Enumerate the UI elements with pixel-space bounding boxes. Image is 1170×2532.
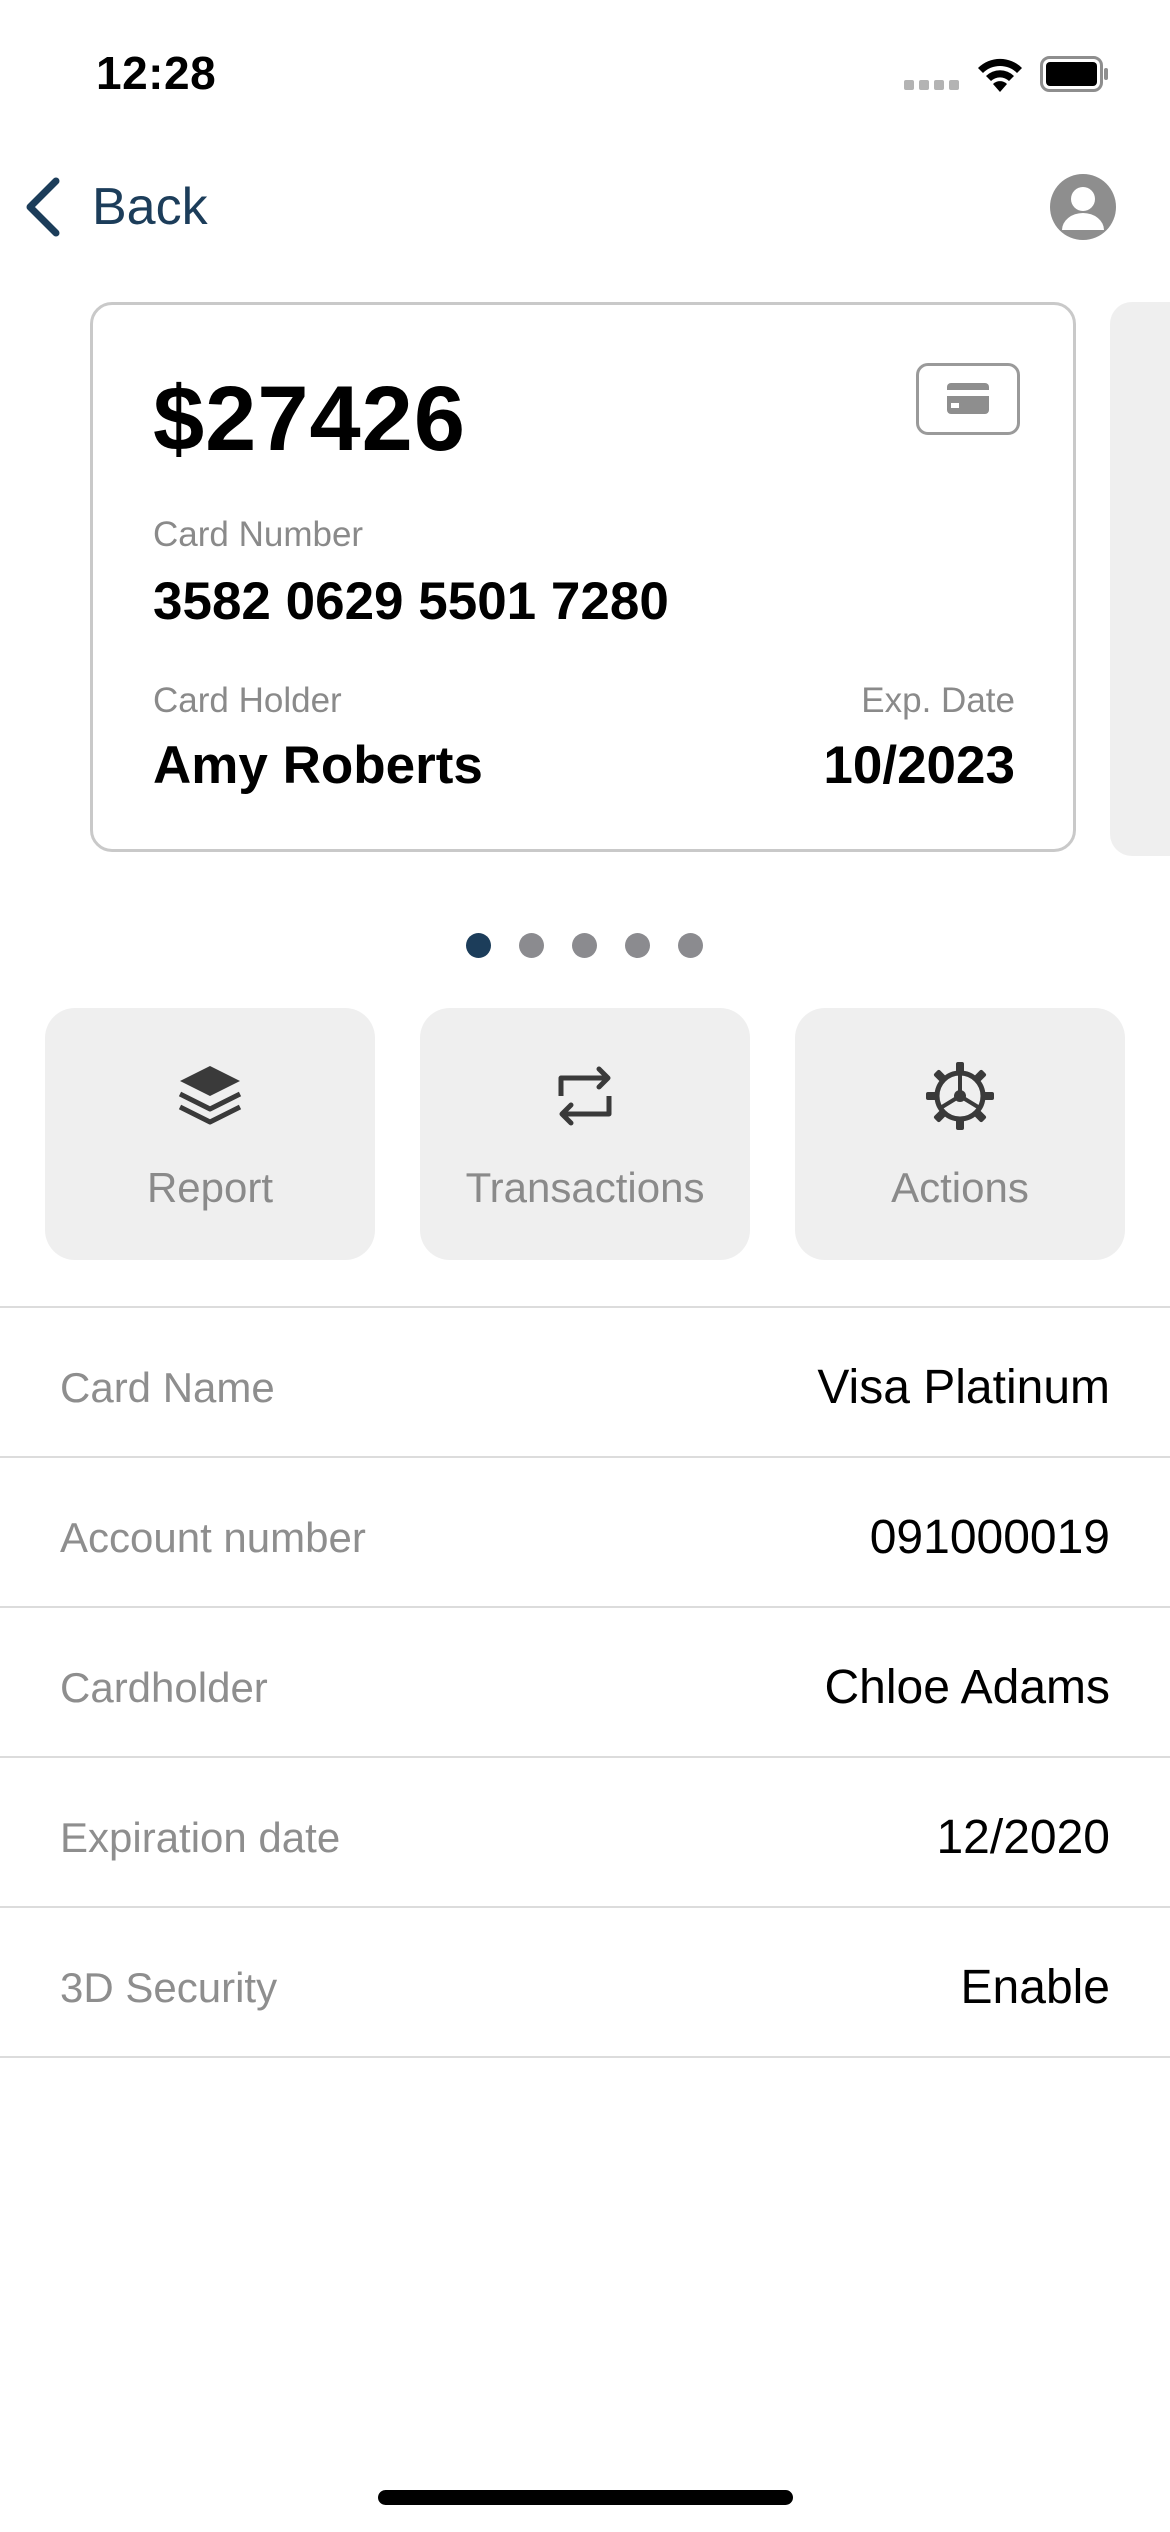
detail-row-card-name[interactable]: Card Name Visa Platinum: [0, 1308, 1170, 1458]
cellular-signal-icon: [904, 80, 960, 92]
home-indicator[interactable]: [378, 2490, 793, 2505]
battery-icon: [1040, 56, 1108, 92]
back-label: Back: [92, 178, 208, 236]
detail-value: Chloe Adams: [824, 1661, 1111, 1714]
credit-card[interactable]: $27426 Card Number 3582 0629 5501 7280 C…: [90, 302, 1076, 852]
repeat-icon: [558, 1066, 612, 1126]
back-button[interactable]: Back: [22, 170, 208, 244]
detail-value: 12/2020: [936, 1811, 1110, 1864]
detail-label: Card Name: [60, 1364, 275, 1411]
card-details-list: Card Name Visa Platinum Account number 0…: [0, 1306, 1170, 2058]
transactions-button[interactable]: Transactions: [420, 1008, 750, 1260]
detail-label: 3D Security: [60, 1964, 278, 2011]
card-holder: Amy Roberts: [153, 736, 483, 795]
next-card-preview[interactable]: [1110, 302, 1170, 856]
card-page-indicator: [466, 933, 706, 961]
page-dot[interactable]: [678, 933, 703, 958]
page-dot[interactable]: [519, 933, 544, 958]
card-exp-date: 10/2023: [823, 736, 1015, 795]
detail-row-3d-security[interactable]: 3D Security Enable: [0, 1908, 1170, 2058]
status-bar: 12:28: [0, 0, 1170, 150]
detail-row-account-number[interactable]: Account number 091000019: [0, 1458, 1170, 1608]
card-holder-label: Card Holder: [153, 681, 342, 720]
profile-avatar-button[interactable]: [1050, 174, 1116, 240]
credit-card-icon: [916, 363, 1020, 435]
layers-icon: [178, 1066, 242, 1125]
card-number-label: Card Number: [153, 515, 364, 554]
detail-row-cardholder[interactable]: Cardholder Chloe Adams: [0, 1608, 1170, 1758]
wifi-icon: [978, 58, 1022, 92]
card-balance: $27426: [153, 368, 466, 470]
detail-value: 091000019: [869, 1511, 1110, 1564]
page-dot[interactable]: [625, 933, 650, 958]
actions-button[interactable]: Actions: [795, 1008, 1125, 1260]
detail-row-expiration-date[interactable]: Expiration date 12/2020: [0, 1758, 1170, 1908]
actions-label: Actions: [891, 1164, 1029, 1211]
card-exp-label: Exp. Date: [861, 681, 1015, 720]
status-time: 12:28: [96, 47, 217, 99]
detail-label: Account number: [60, 1514, 366, 1561]
report-label: Report: [146, 1164, 274, 1211]
gear-icon: [926, 1062, 994, 1130]
detail-label: Cardholder: [60, 1664, 268, 1711]
transactions-label: Transactions: [465, 1164, 705, 1211]
detail-value: Enable: [960, 1961, 1110, 2014]
report-button[interactable]: Report: [45, 1008, 375, 1260]
page-dot[interactable]: [572, 933, 597, 958]
user-icon: [1062, 187, 1104, 230]
page-dot[interactable]: [466, 933, 491, 958]
detail-label: Expiration date: [60, 1814, 341, 1861]
card-number: 3582 0629 5501 7280: [153, 572, 669, 631]
chevron-left-icon: [26, 177, 60, 237]
detail-value: Visa Platinum: [817, 1361, 1110, 1414]
